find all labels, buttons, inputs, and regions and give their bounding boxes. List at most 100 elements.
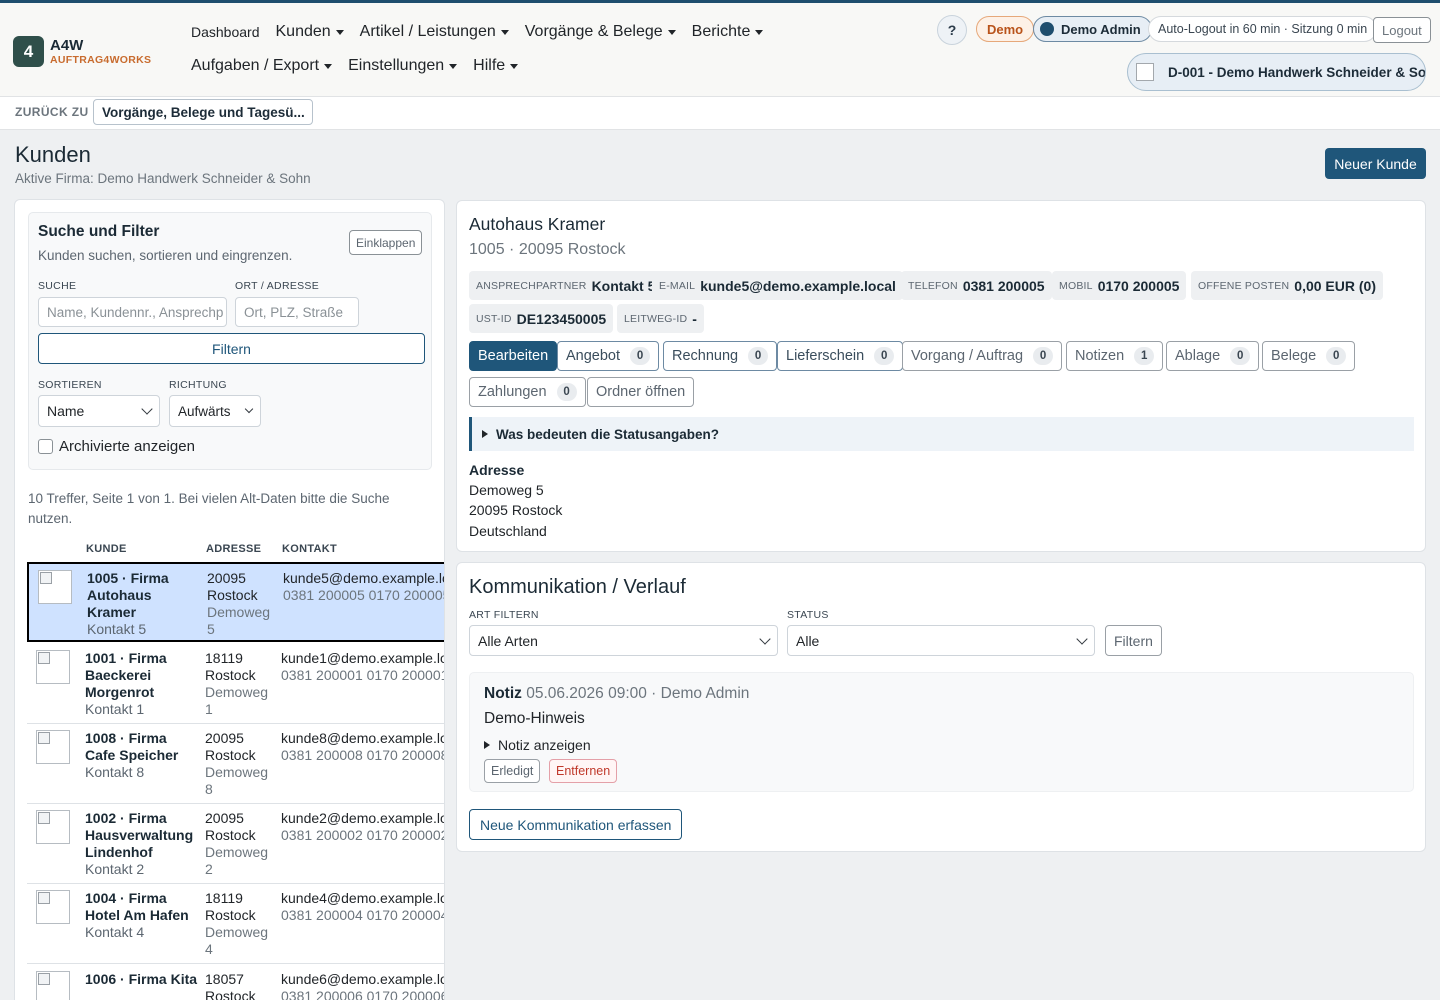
filter-button[interactable]: Filtern <box>38 333 425 364</box>
sort-select[interactable]: Name <box>38 395 160 427</box>
archived-toggle[interactable]: Archivierte anzeigen <box>38 438 195 455</box>
customer-image <box>36 890 70 924</box>
direction-select[interactable]: Aufwärts <box>169 395 261 427</box>
customer-contact: Kontakt 4 <box>85 924 145 940</box>
customer-email: kunde6@demo.example.local <box>281 971 444 987</box>
col-adresse[interactable]: ADRESSE <box>206 543 261 555</box>
customer-phones: 0381 200005 0170 200005 <box>283 587 445 603</box>
tab-bearbeiten[interactable]: Bearbeiten <box>469 341 558 371</box>
brand-subtitle: AUFTRAG4WORKS <box>50 53 152 66</box>
customer-street: Demoweg 1 <box>205 684 269 717</box>
table-row[interactable]: 1005 · Firma Autohaus Kramer Kontakt 5 20… <box>27 562 445 642</box>
nav-aufgaben-export[interactable]: Aufgaben / Export <box>191 57 333 75</box>
chevron-down-icon <box>759 632 771 645</box>
chip-mobil[interactable]: Mobil 0170 200005 <box>1052 271 1187 300</box>
table-row[interactable]: 1002 · Firma Hausverwaltung Lindenhof Kon… <box>27 804 445 884</box>
direction-label: RICHTUNG <box>169 379 227 391</box>
tab-rechnung[interactable]: Rechnung 0 <box>663 341 778 371</box>
main-nav-row-1: Dashboard Kunden Artikel / Leistungen Vo… <box>191 23 779 41</box>
filter-subtitle: Kunden suchen, sortieren und eingrenzen. <box>38 248 293 263</box>
main-nav-row-2: Aufgaben / Export Einstellungen Hilfe <box>191 57 534 75</box>
tab-vorgang-auftrag[interactable]: Vorgang / Auftrag 0 <box>902 341 1063 371</box>
collapse-button[interactable]: Einklappen <box>349 230 423 255</box>
search-input[interactable]: Name, Kundennr., Ansprechp <box>38 297 227 327</box>
note-kind: Notiz <box>484 685 522 702</box>
customer-phones: 0381 200008 0170 200008 <box>281 747 445 763</box>
new-customer-button[interactable]: Neuer Kunde <box>1325 148 1426 179</box>
customer-email: kunde8@demo.example.local <box>281 730 444 746</box>
brand-logo[interactable]: 4 A4W AUFTRAG4WORKS <box>13 36 151 67</box>
chip-telefon[interactable]: Telefon 0381 200005 <box>901 271 1052 300</box>
tab-ablage[interactable]: Ablage 0 <box>1166 341 1260 371</box>
communication-filter-button[interactable]: Filtern <box>1105 625 1162 656</box>
remove-note-button[interactable]: Entfernen <box>549 759 618 783</box>
col-kontakt[interactable]: KONTAKT <box>282 543 337 555</box>
tab-zahlungen[interactable]: Zahlungen 0 <box>469 377 586 407</box>
back-button[interactable]: Vorgänge, Belege und Tagesü... <box>93 99 313 125</box>
nav-artikel[interactable]: Artikel / Leistungen <box>360 23 509 41</box>
caret-down-icon <box>324 63 333 69</box>
back-label: ZURÜCK ZU <box>15 105 89 119</box>
customer-image <box>38 570 72 604</box>
mark-done-button[interactable]: Erledigt <box>484 759 541 783</box>
caret-down-icon <box>335 29 344 35</box>
address-line: Deutschland <box>469 523 547 539</box>
company-switcher[interactable]: D-001 - Demo Handwerk Schneider & So <box>1127 53 1426 91</box>
type-filter-select[interactable]: Alle Arten <box>469 625 778 656</box>
tab-notizen[interactable]: Notizen 1 <box>1066 341 1164 371</box>
user-name: Demo Admin <box>1061 21 1141 37</box>
customer-email: kunde1@demo.example.local <box>281 650 444 666</box>
type-filter-label: ART FILTERN <box>469 609 539 621</box>
status-filter-select[interactable]: Alle <box>787 625 1095 656</box>
tab-lieferschein[interactable]: Lieferschein 0 <box>777 341 904 371</box>
customer-phones: 0381 200001 0170 200001 <box>281 667 445 683</box>
logout-button[interactable]: Logout <box>1373 17 1431 43</box>
address-title: Adresse <box>469 462 525 478</box>
place-label: ORT / ADRESSE <box>235 280 320 292</box>
table-row[interactable]: 1006 · Firma Kita 18057 Rostock kunde6@d… <box>27 965 444 1000</box>
caret-down-icon <box>667 29 676 35</box>
customer-detail-location: 1005 · 20095 Rostock <box>469 241 626 258</box>
tab-angebot[interactable]: Angebot 0 <box>557 341 660 371</box>
page-subtitle: Aktive Firma: Demo Handwerk Schneider & … <box>15 171 311 186</box>
filter-title: Suche und Filter <box>38 223 160 240</box>
chip-email[interactable]: E-Mail kunde5@demo.example.local <box>652 271 903 300</box>
customer-email: kunde2@demo.example.local <box>281 810 444 826</box>
new-communication-button[interactable]: Neue Kommunikation erfassen <box>469 809 683 840</box>
communication-title: Kommunikation / Verlauf <box>469 576 686 598</box>
customer-image <box>36 971 70 1000</box>
user-status-icon <box>1040 22 1054 36</box>
customer-phones: 0381 200002 0170 200002 <box>281 827 445 843</box>
chevron-down-icon <box>1076 632 1088 645</box>
archived-checkbox[interactable] <box>38 439 53 454</box>
help-button[interactable]: ? <box>937 15 967 45</box>
table-row[interactable]: 1001 · Firma Baeckerei Morgenrot Kontakt … <box>27 644 445 724</box>
nav-vorgaenge[interactable]: Vorgänge & Belege <box>525 23 676 41</box>
nav-einstellungen[interactable]: Einstellungen <box>348 57 458 75</box>
customer-image <box>36 730 70 764</box>
customer-street: Demoweg 8 <box>205 764 269 797</box>
customer-detail-name: Autohaus Kramer <box>469 214 606 234</box>
col-kunde[interactable]: KUNDE <box>86 543 127 555</box>
customer-contact: Kontakt 5 <box>87 621 147 637</box>
chevron-down-icon <box>141 403 153 415</box>
customer-phones: 0381 200004 0170 200004 <box>281 907 445 923</box>
nav-kunden[interactable]: Kunden <box>276 23 344 41</box>
chevron-down-icon <box>244 404 254 414</box>
nav-berichte[interactable]: Berichte <box>692 23 764 41</box>
open-folder-button[interactable]: Ordner öffnen <box>587 377 695 407</box>
top-navbar: 4 A4W AUFTRAG4WORKS Dashboard Kunden Art… <box>0 0 1440 97</box>
table-row[interactable]: 1008 · Firma Cafe Speicher Kontakt 8 2009… <box>27 724 445 804</box>
table-header: KUNDE ADRESSE KONTAKT <box>15 543 444 561</box>
customer-list-panel: Suche und Filter Kunden suchen, sortiere… <box>14 199 445 1000</box>
communication-card: Kommunikation / Verlauf ART FILTERN Alle… <box>456 562 1426 852</box>
table-row[interactable]: 1004 · Firma Hotel Am Hafen Kontakt 4 181… <box>27 884 445 964</box>
tab-belege[interactable]: Belege 0 <box>1262 341 1356 371</box>
nav-hilfe[interactable]: Hilfe <box>473 57 519 75</box>
status-help-toggle[interactable]: Was bedeuten die Statusangaben? <box>469 417 1414 451</box>
note-show-toggle[interactable]: Notiz anzeigen <box>484 737 591 753</box>
user-menu-button[interactable]: Demo Admin <box>1033 16 1152 42</box>
customer-street: Demoweg 2 <box>205 844 269 877</box>
nav-dashboard[interactable]: Dashboard <box>191 24 260 40</box>
place-input[interactable]: Ort, PLZ, Straße <box>235 297 359 327</box>
